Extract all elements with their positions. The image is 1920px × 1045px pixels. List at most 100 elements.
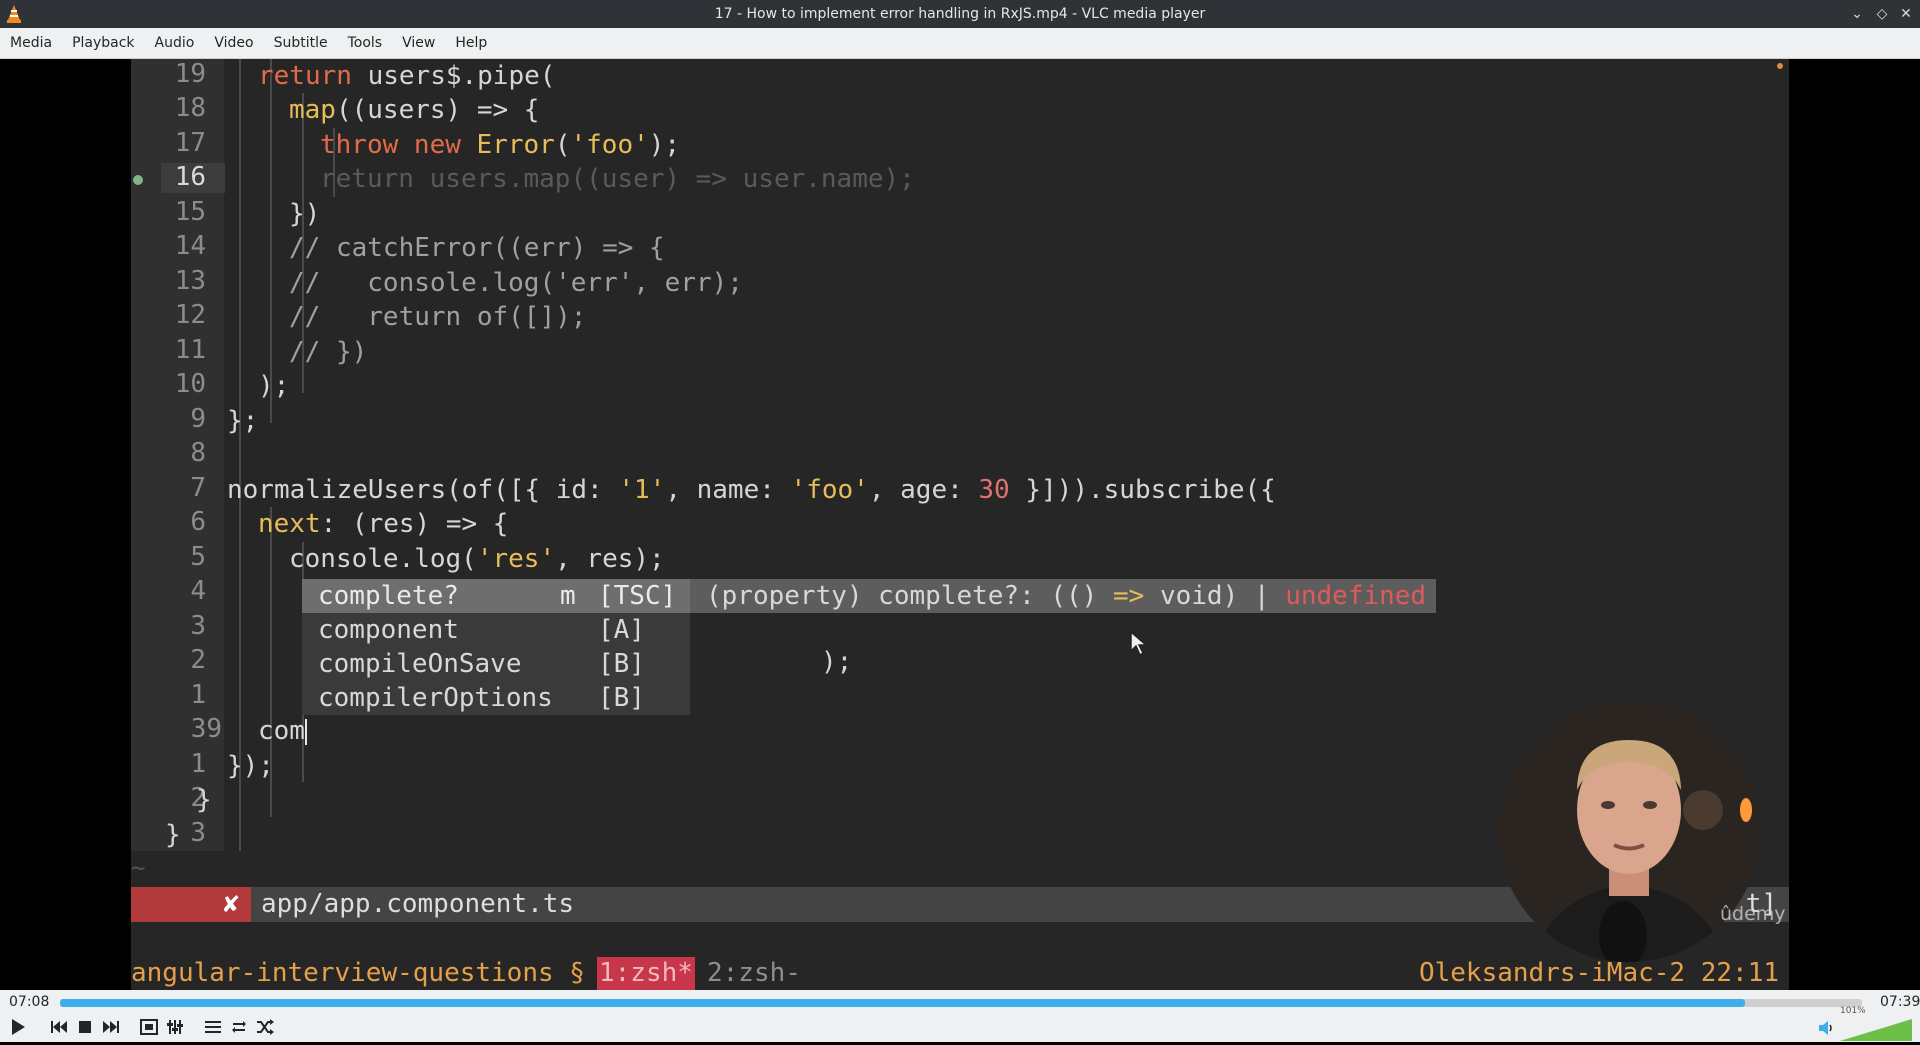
- indent-guide: [239, 59, 241, 851]
- code-line: }: [196, 785, 212, 815]
- autocomplete-item[interactable]: complete? m [TSC]: [302, 579, 690, 613]
- code-line: return users.map((user) => user.name);: [320, 164, 915, 194]
- autocomplete-doc: (property) complete?: (() => void) | und…: [690, 579, 1436, 613]
- fullscreen-button[interactable]: [137, 1015, 161, 1039]
- code-line: };: [227, 406, 259, 436]
- menu-video[interactable]: Video: [204, 28, 263, 59]
- line-number: 11: [174, 335, 206, 365]
- volume-slider[interactable]: 101%: [1840, 1006, 1912, 1041]
- line-number: 16: [174, 162, 206, 192]
- line-number: 15: [174, 197, 206, 227]
- playlist-icon: [205, 1021, 221, 1033]
- line-number: 5: [190, 542, 206, 572]
- code-line: // catchError((err) => {: [289, 233, 665, 263]
- line-number: 2: [190, 645, 206, 675]
- code-line: });: [227, 751, 274, 781]
- autocomplete-item[interactable]: component [A]: [302, 613, 690, 647]
- seek-progress: [60, 999, 1745, 1007]
- line-number: 9: [190, 404, 206, 434]
- code-line: console.log('res', res);: [289, 544, 665, 574]
- volume-percent: 101%: [1840, 1006, 1866, 1016]
- autocomplete-popup[interactable]: complete? m [TSC] component [A] compileO…: [302, 579, 690, 715]
- close-icon[interactable]: ✕: [1896, 4, 1916, 24]
- previous-button[interactable]: [47, 1015, 71, 1039]
- total-time: 07:39: [1880, 994, 1920, 1010]
- code-line: // console.log('err', err);: [289, 268, 743, 298]
- menu-help[interactable]: Help: [445, 28, 497, 59]
- udemy-watermark: ûdemy: [1720, 903, 1786, 925]
- line-number: 19: [174, 59, 206, 89]
- line-number: 1: [190, 680, 206, 710]
- code-line: com: [258, 716, 307, 746]
- code-line: next: (res) => {: [258, 509, 509, 539]
- loop-button[interactable]: [227, 1015, 251, 1039]
- video-surface[interactable]: 19 18 17 16 15 14 13 12 11 10 9 8 7 6 5 …: [0, 59, 1920, 990]
- tmux-window: 2:zsh-: [707, 958, 801, 988]
- tmux-window-active: 1:zsh*: [597, 957, 695, 990]
- line-number: 18: [174, 93, 206, 123]
- code-line: );: [258, 371, 290, 401]
- maximize-icon[interactable]: ◇: [1872, 4, 1892, 24]
- loop-icon: [232, 1021, 246, 1033]
- line-number: 39: [190, 714, 222, 744]
- autocomplete-item[interactable]: compilerOptions [B]: [302, 681, 690, 715]
- mouse-pointer-icon: [1130, 631, 1149, 657]
- code-line: }): [289, 199, 321, 229]
- line-number-gutter: 19 18 17 16 15 14 13 12 11 10 9 8 7 6 5 …: [131, 59, 225, 851]
- menu-view[interactable]: View: [392, 28, 445, 59]
- equalizer-icon: [167, 1020, 183, 1034]
- menu-tools[interactable]: Tools: [338, 28, 393, 59]
- line-number: 6: [190, 507, 206, 537]
- extended-settings-button[interactable]: [163, 1015, 187, 1039]
- menu-playback[interactable]: Playback: [62, 28, 144, 59]
- autocomplete-item[interactable]: compileOnSave [B]: [302, 647, 690, 681]
- line-number: 7: [190, 473, 206, 503]
- seek-bar[interactable]: [60, 999, 1862, 1007]
- code-line: return users$.pipe(: [258, 61, 556, 91]
- code-line: }: [165, 820, 181, 850]
- play-button[interactable]: [6, 1015, 30, 1039]
- previous-icon: [51, 1021, 67, 1033]
- line-number: 10: [174, 369, 206, 399]
- title-bar: 17 - How to implement error handling in …: [0, 0, 1920, 28]
- line-number: 13: [174, 266, 206, 296]
- line-number: 4: [190, 576, 206, 606]
- fullscreen-icon: [140, 1019, 158, 1035]
- line-number: 8: [190, 438, 206, 468]
- play-icon: [12, 1019, 25, 1035]
- code-line: normalizeUsers(of([{ id: '1', name: 'foo…: [227, 475, 1276, 505]
- line-number: 1: [190, 749, 206, 779]
- line-number: 3: [190, 611, 206, 641]
- error-indicator: ✘: [131, 887, 251, 922]
- window-title: 17 - How to implement error handling in …: [714, 6, 1206, 22]
- menu-audio[interactable]: Audio: [145, 28, 205, 59]
- line-number: 12: [174, 300, 206, 330]
- minimize-icon[interactable]: ⌄: [1847, 4, 1867, 24]
- empty-line-marker: ~: [131, 854, 146, 882]
- stop-button[interactable]: [73, 1015, 97, 1039]
- line-number: 17: [174, 128, 206, 158]
- tmux-host-clock: Oleksandrs-iMac-2 22:11: [1418, 958, 1779, 988]
- speaker-icon[interactable]: [1818, 1021, 1834, 1035]
- code-line: // return of([]);: [289, 302, 587, 332]
- next-icon: [103, 1021, 119, 1033]
- status-file-path: app/app.component.ts: [261, 889, 575, 919]
- code-line: map((users) => {: [289, 95, 540, 125]
- shuffle-button[interactable]: [253, 1015, 277, 1039]
- shuffle-icon: [257, 1019, 274, 1035]
- elapsed-time: 07:08: [9, 994, 50, 1010]
- tmux-status-bar: angular-interview-questions § 1:zsh* 2:z…: [131, 957, 1789, 990]
- tmux-session: angular-interview-questions §: [131, 958, 585, 988]
- code-line: // }): [289, 337, 368, 367]
- menu-media[interactable]: Media: [0, 28, 62, 59]
- next-button[interactable]: [99, 1015, 123, 1039]
- scroll-indicator: [1777, 63, 1783, 69]
- volume-wedge: [1840, 1019, 1912, 1041]
- line-number: 14: [174, 231, 206, 261]
- menu-bar: Media Playback Audio Video Subtitle Tools View…: [0, 28, 1920, 59]
- playlist-button[interactable]: [201, 1015, 225, 1039]
- menu-subtitle[interactable]: Subtitle: [264, 28, 338, 59]
- code-line: throw new Error('foo');: [320, 130, 681, 160]
- stop-icon: [79, 1021, 91, 1033]
- code-line: );: [821, 647, 853, 677]
